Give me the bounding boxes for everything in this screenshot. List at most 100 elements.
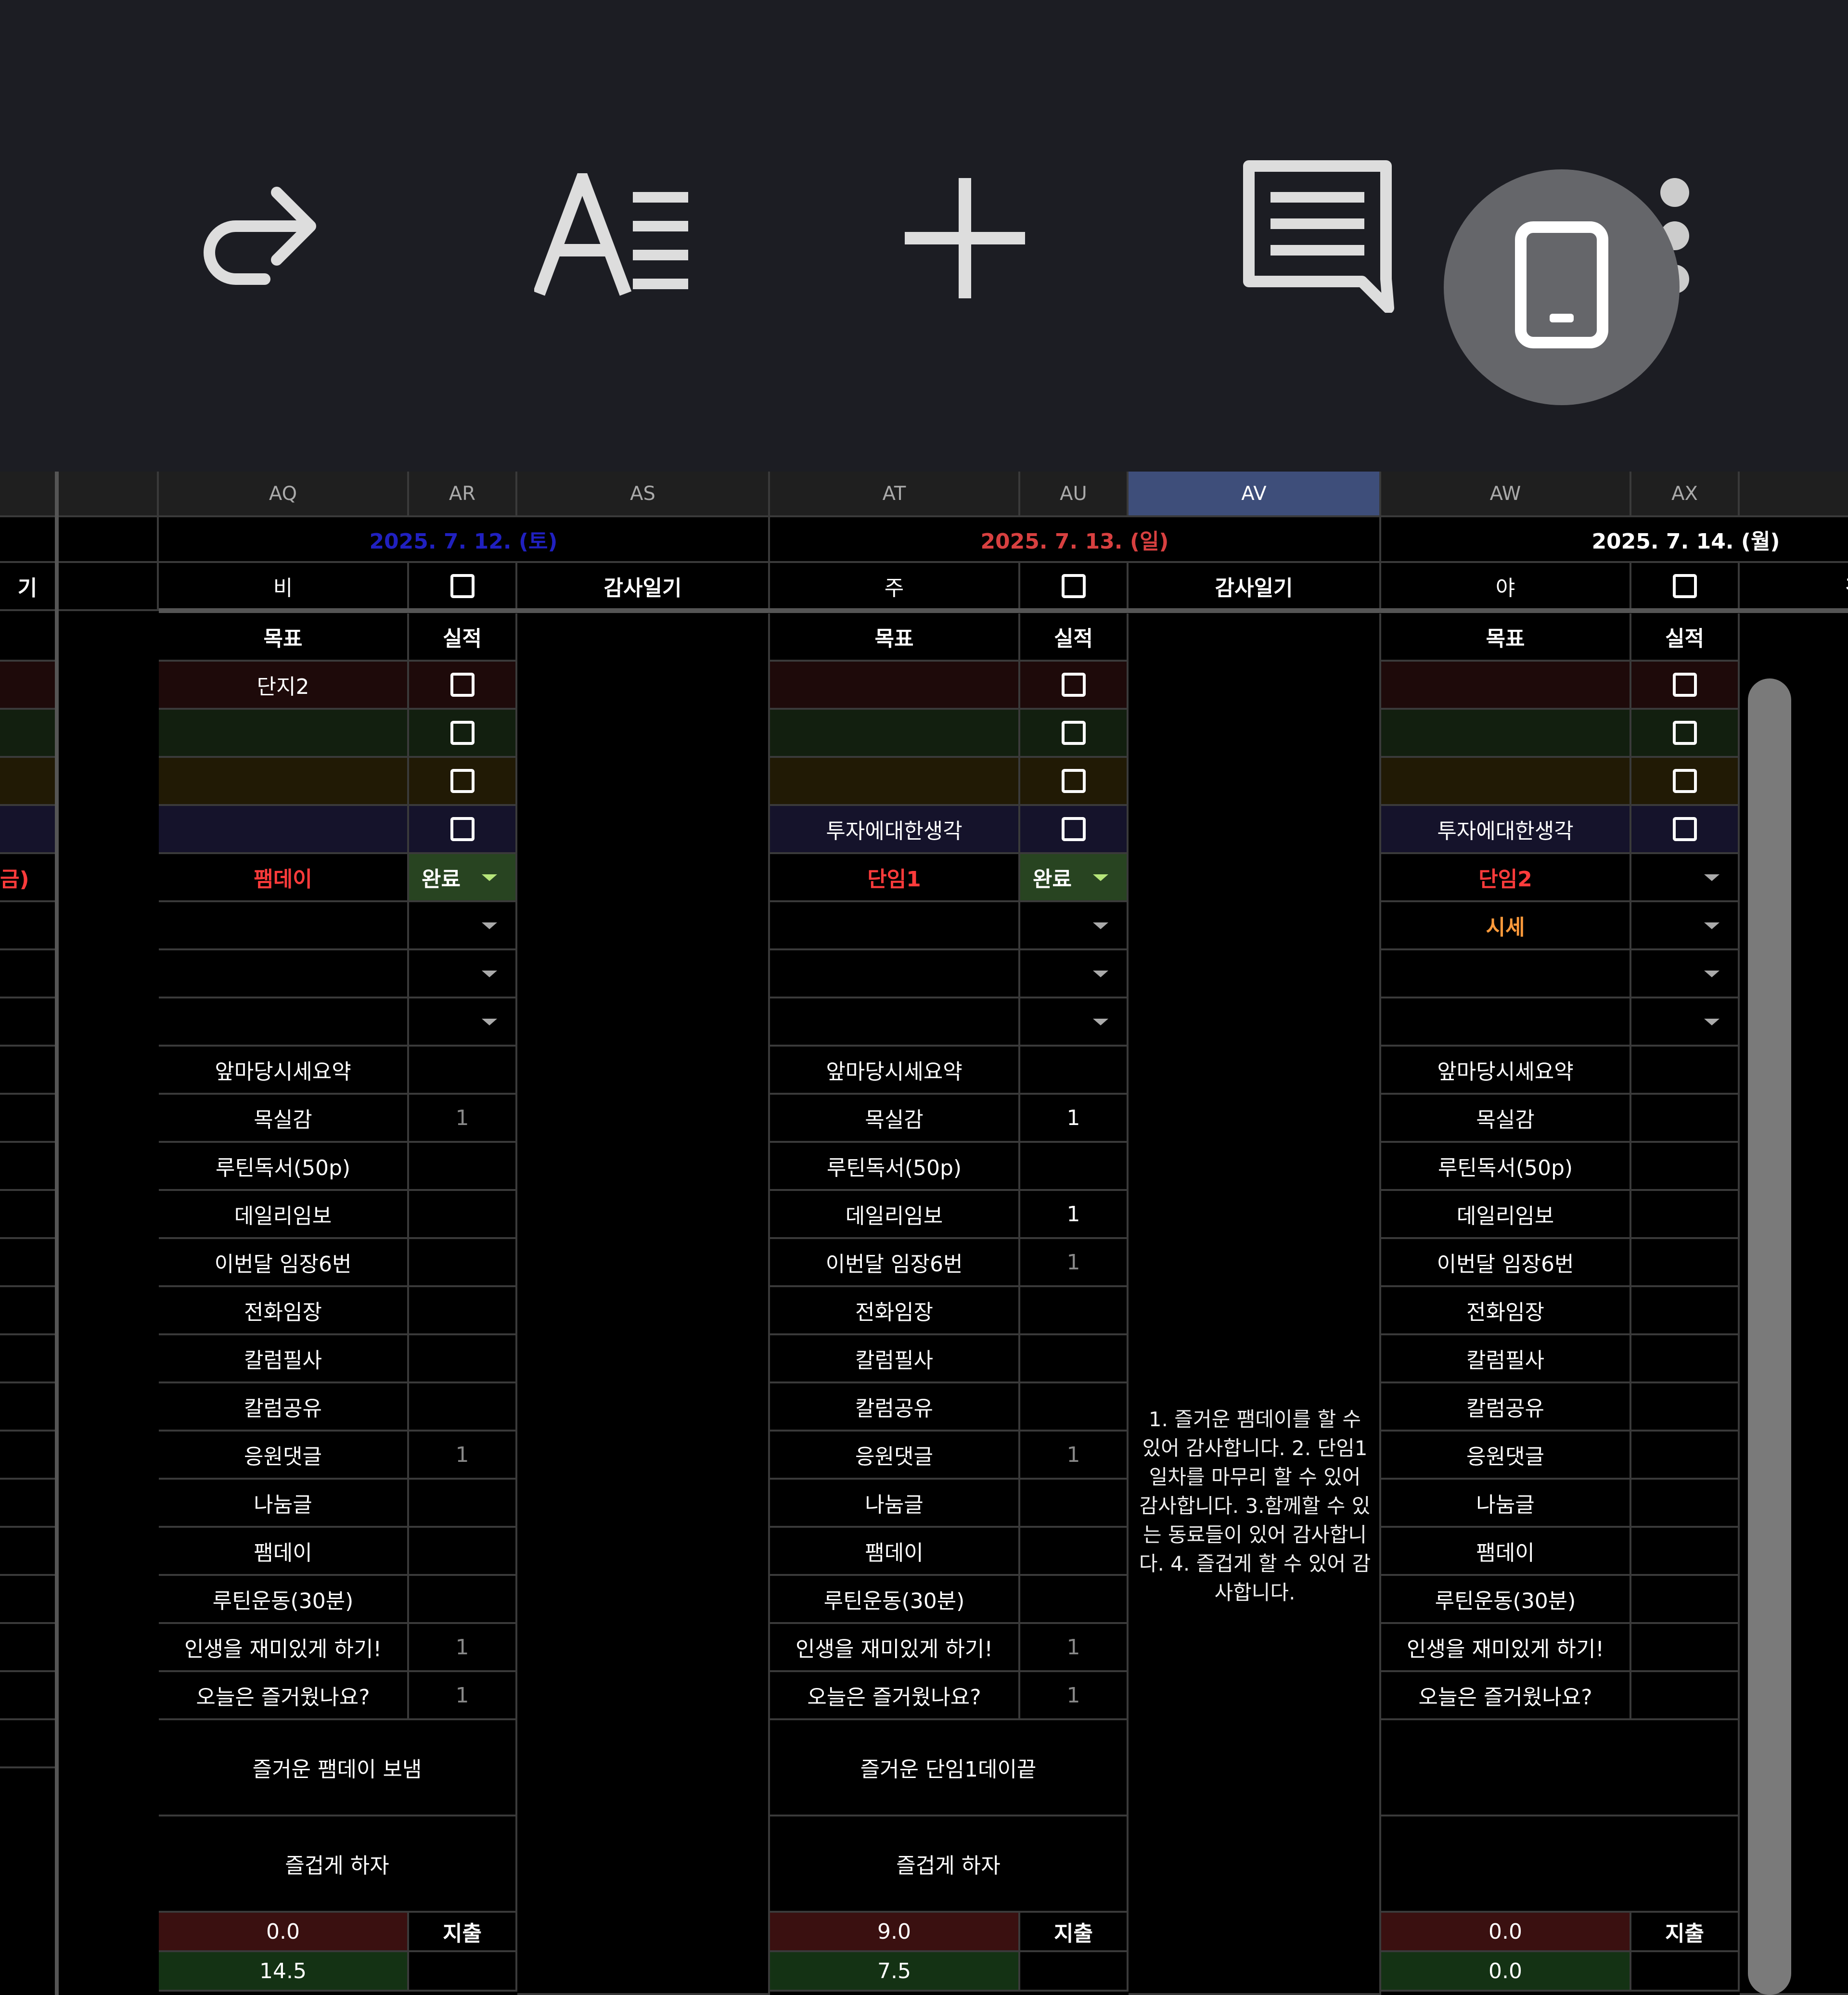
goal-checkbox-cell[interactable] [1020, 758, 1129, 806]
checklist-value[interactable] [1631, 1480, 1740, 1528]
column-header[interactable]: AW [1381, 472, 1631, 517]
goal-cell[interactable] [770, 758, 1020, 806]
checklist-item[interactable]: 목실감 [159, 1095, 409, 1143]
checklist-value[interactable] [1631, 1239, 1740, 1287]
goal-checkbox-cell[interactable] [1631, 758, 1740, 806]
partial-row-cell[interactable] [0, 662, 57, 710]
column-header-partial[interactable] [0, 472, 57, 517]
checklist-value[interactable]: 1 [409, 1095, 517, 1143]
redo-icon[interactable] [192, 173, 322, 294]
task-status-dropdown[interactable] [1020, 950, 1129, 998]
add-icon[interactable] [900, 173, 1030, 303]
amount-cell[interactable]: 0.0 [159, 1913, 409, 1952]
amount-cell[interactable]: 0.0 [1381, 1952, 1631, 1992]
checklist-value[interactable] [1631, 1143, 1740, 1191]
checklist-item[interactable]: 칼럼필사 [159, 1335, 409, 1383]
checklist-value[interactable]: 1 [409, 1432, 517, 1480]
task-cell[interactable] [159, 998, 409, 1047]
checkbox[interactable] [1061, 769, 1086, 793]
comment-icon[interactable] [1242, 159, 1396, 313]
day-checkbox-cell[interactable] [1631, 563, 1740, 611]
checkbox[interactable] [450, 673, 475, 697]
task-cell[interactable]: 시세 [1381, 902, 1631, 950]
checklist-item[interactable]: 칼럼공유 [159, 1383, 409, 1432]
checklist-value[interactable] [1631, 1047, 1740, 1095]
goal-checkbox-cell[interactable] [409, 758, 517, 806]
task-cell[interactable] [770, 902, 1020, 950]
checklist-item[interactable]: 루틴운동(30분) [159, 1576, 409, 1624]
checklist-item[interactable]: 나눔글 [1381, 1480, 1631, 1528]
goal-cell[interactable] [770, 710, 1020, 758]
checklist-value[interactable] [1020, 1383, 1129, 1432]
checkbox[interactable] [450, 769, 475, 793]
task-status-dropdown[interactable] [1020, 902, 1129, 950]
task-cell[interactable]: 단임1 [770, 854, 1020, 902]
device-button[interactable] [1444, 169, 1680, 405]
journal-label[interactable]: 감사일기 [517, 563, 770, 611]
partial-row-cell[interactable] [0, 806, 57, 854]
task-cell[interactable] [770, 998, 1020, 1047]
checkbox[interactable] [1672, 817, 1697, 841]
task-cell[interactable] [1381, 950, 1631, 998]
partial-row-cell[interactable] [0, 1095, 57, 1143]
checklist-item[interactable]: 팸데이 [159, 1528, 409, 1576]
partial-row-cell[interactable] [0, 1239, 57, 1287]
blank-cell[interactable] [409, 1952, 517, 1992]
task-status-dropdown[interactable] [409, 950, 517, 998]
checklist-item[interactable]: 응원댓글 [770, 1432, 1020, 1480]
partial-row-cell[interactable] [0, 1047, 57, 1095]
result-header[interactable]: 실적 [1631, 614, 1740, 662]
column-header[interactable]: AX [1631, 472, 1740, 517]
goal-cell[interactable] [159, 710, 409, 758]
goal-header[interactable]: 목표 [770, 614, 1020, 662]
checklist-item[interactable]: 오늘은 즐거웠나요? [770, 1672, 1020, 1720]
checklist-value[interactable] [1631, 1095, 1740, 1143]
checklist-value[interactable] [1631, 1672, 1740, 1720]
partial-row-cell[interactable] [0, 1528, 57, 1576]
day-checkbox-cell[interactable] [1020, 563, 1129, 611]
checklist-value[interactable] [409, 1480, 517, 1528]
checklist-item[interactable]: 팸데이 [1381, 1528, 1631, 1576]
partial-row-cell[interactable]: 금) [0, 854, 57, 902]
partial-row-cell[interactable] [0, 1576, 57, 1624]
checklist-item[interactable]: 전화임장 [770, 1287, 1020, 1335]
partial-row-cell[interactable] [0, 758, 57, 806]
checklist-item[interactable]: 칼럼공유 [1381, 1383, 1631, 1432]
expense-label[interactable]: 지출 [1631, 1913, 1740, 1952]
task-status-dropdown[interactable]: 완료 [1020, 854, 1129, 902]
frozen-divider[interactable] [55, 472, 59, 1995]
goal-cell[interactable] [1381, 758, 1631, 806]
partial-row-cell[interactable] [0, 1480, 57, 1528]
checklist-item[interactable]: 응원댓글 [1381, 1432, 1631, 1480]
checklist-value[interactable]: 1 [1020, 1624, 1129, 1672]
result-header[interactable]: 실적 [409, 614, 517, 662]
checkbox[interactable] [1061, 721, 1086, 745]
checklist-item[interactable]: 앞마당시세요약 [1381, 1047, 1631, 1095]
task-cell[interactable]: 팸데이 [159, 854, 409, 902]
column-header[interactable]: AT [770, 472, 1020, 517]
checklist-value[interactable] [409, 1335, 517, 1383]
partial-row-cell[interactable] [0, 950, 57, 998]
goal-checkbox-cell[interactable] [1020, 710, 1129, 758]
checkbox[interactable] [1061, 673, 1086, 697]
checkbox[interactable] [1672, 769, 1697, 793]
task-status-dropdown[interactable] [1631, 854, 1740, 902]
checklist-item[interactable]: 나눔글 [159, 1480, 409, 1528]
checklist-item[interactable]: 칼럼필사 [1381, 1335, 1631, 1383]
checkbox[interactable] [1672, 574, 1697, 598]
checklist-value[interactable] [409, 1191, 517, 1239]
day-motto[interactable]: 즐겁게 하자 [770, 1816, 1129, 1913]
checklist-item[interactable]: 오늘은 즐거웠나요? [159, 1672, 409, 1720]
checklist-item[interactable]: 데일리임보 [1381, 1191, 1631, 1239]
partial-row-cell[interactable] [0, 1287, 57, 1335]
result-header[interactable]: 실적 [1020, 614, 1129, 662]
checklist-value[interactable] [1020, 1576, 1129, 1624]
day-summary[interactable]: 즐거운 팸데이 보냄 [159, 1720, 517, 1816]
column-header[interactable] [1740, 472, 1848, 517]
checklist-item[interactable]: 이번달 임장6번 [770, 1239, 1020, 1287]
checklist-item[interactable]: 앞마당시세요약 [159, 1047, 409, 1095]
checklist-item[interactable]: 루틴독서(50p) [770, 1143, 1020, 1191]
checklist-value[interactable] [1020, 1335, 1129, 1383]
checklist-value[interactable] [1020, 1047, 1129, 1095]
checkbox[interactable] [450, 817, 475, 841]
